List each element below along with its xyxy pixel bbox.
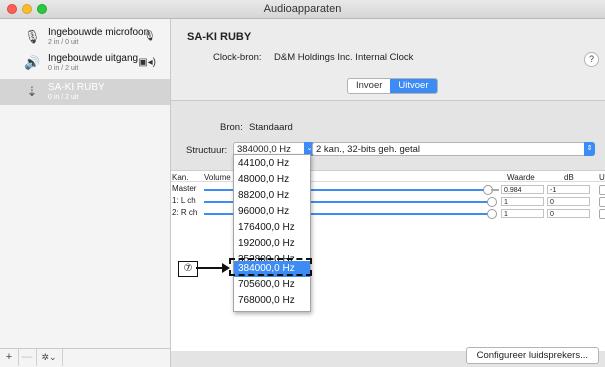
remove-device-button[interactable]: — xyxy=(18,349,37,366)
window-title: Audioapparaten xyxy=(263,3,342,15)
sample-rate-option[interactable]: 705600,0 Hz xyxy=(234,277,310,293)
sidebar-item-internal-microphone[interactable]: 🎙 Ingebouwde microfoon 2 in / 0 uit 🎙 xyxy=(0,24,170,50)
speaker-icon: 🔊 xyxy=(24,55,41,70)
device-name: SA-KI RUBY xyxy=(48,82,105,93)
add-device-button[interactable]: + xyxy=(0,349,19,366)
updown-chevron-icon: ⇕ xyxy=(584,142,595,156)
usb-icon: ⇣ xyxy=(26,84,38,99)
source-value: Standaard xyxy=(249,122,293,133)
gear-menu-button[interactable]: ✲⌄ xyxy=(36,349,63,366)
sample-rate-option[interactable]: 192000,0 Hz xyxy=(234,236,310,252)
clock-source-label: Clock-bron: xyxy=(213,52,262,63)
sample-rate-option[interactable]: 48000,0 Hz xyxy=(234,172,310,188)
sample-rate-option[interactable]: 44100,0 Hz xyxy=(234,156,310,172)
sidebar-item-internal-output[interactable]: 🔊 Ingebouwde uitgang 0 in / 2 uit ▣◂) xyxy=(0,50,170,76)
right-mute-checkbox[interactable] xyxy=(599,209,605,219)
left-mute-checkbox[interactable] xyxy=(599,197,605,207)
structure-label: Structuur: xyxy=(186,145,228,156)
configure-speakers-button[interactable]: Configureer luidsprekers... xyxy=(465,347,599,364)
master-db-field[interactable]: -1 xyxy=(547,185,590,194)
tab-output[interactable]: Uitvoer xyxy=(390,79,437,93)
device-title: SA-KI RUBY xyxy=(187,31,252,43)
sidebar-toolbar: + — ✲⌄ xyxy=(0,348,170,367)
callout-arrow-head xyxy=(222,263,230,273)
format-value: 2 kan., 32-bits geh. getal xyxy=(316,144,421,155)
highlight-dashed-box xyxy=(229,258,312,276)
master-mute-checkbox[interactable] xyxy=(599,185,605,195)
mic-indicator-icon: 🎙 xyxy=(143,31,156,42)
source-label: Bron: xyxy=(220,122,243,133)
left-db-field[interactable]: 0 xyxy=(547,197,590,206)
device-io: 0 in / 2 uit xyxy=(48,65,79,72)
sample-rate-option[interactable]: 768000,0 Hz xyxy=(234,293,310,309)
master-value-field[interactable]: 0.984 xyxy=(501,185,544,194)
device-name: Ingebouwde uitgang xyxy=(48,53,139,64)
microphone-icon: 🎙 xyxy=(24,29,41,44)
callout-arrow-line xyxy=(196,267,224,269)
input-output-segmented-control: Invoer Uitvoer xyxy=(347,78,438,94)
device-io: 0 in / 2 uit xyxy=(48,94,79,101)
channel-label: 2: R ch xyxy=(172,208,198,217)
sidebar-item-sa-ki-ruby[interactable]: ⇣ SA-KI RUBY 0 in / 2 uit xyxy=(0,79,170,105)
right-db-field[interactable]: 0 xyxy=(547,209,590,218)
device-io: 2 in / 0 uit xyxy=(48,39,79,46)
left-channel-knob[interactable] xyxy=(487,197,497,207)
slider-track-tail xyxy=(491,189,499,191)
audio-devices-window: Audioapparaten 🎙 Ingebouwde microfoon 2 … xyxy=(0,0,605,367)
device-sidebar: 🎙 Ingebouwde microfoon 2 in / 0 uit 🎙 🔊 … xyxy=(0,19,171,367)
help-button[interactable]: ? xyxy=(584,52,599,67)
right-channel-knob[interactable] xyxy=(487,209,497,219)
finder-speaker-icon: ▣◂) xyxy=(138,57,156,68)
clock-source-value[interactable]: D&M Holdings Inc. Internal Clock xyxy=(274,52,413,63)
tab-input[interactable]: Invoer xyxy=(348,79,390,93)
channel-label: 1: L ch xyxy=(172,196,196,205)
device-name: Ingebouwde microfoon xyxy=(48,27,150,38)
sample-rate-option[interactable]: 176400,0 Hz xyxy=(234,220,310,236)
title-bar: Audioapparaten xyxy=(0,0,605,19)
sample-rate-dropdown-list: 44100,0 Hz 48000,0 Hz 88200,0 Hz 96000,0… xyxy=(233,154,311,312)
format-select[interactable]: 2 kan., 32-bits geh. getal ⇕ xyxy=(312,142,595,156)
sample-rate-option[interactable]: 88200,0 Hz xyxy=(234,188,310,204)
left-value-field[interactable]: 1 xyxy=(501,197,544,206)
sample-rate-option[interactable]: 96000,0 Hz xyxy=(234,204,310,220)
right-value-field[interactable]: 1 xyxy=(501,209,544,218)
channel-label: Master xyxy=(172,184,197,193)
step-callout-label: ⑦ xyxy=(178,261,198,277)
